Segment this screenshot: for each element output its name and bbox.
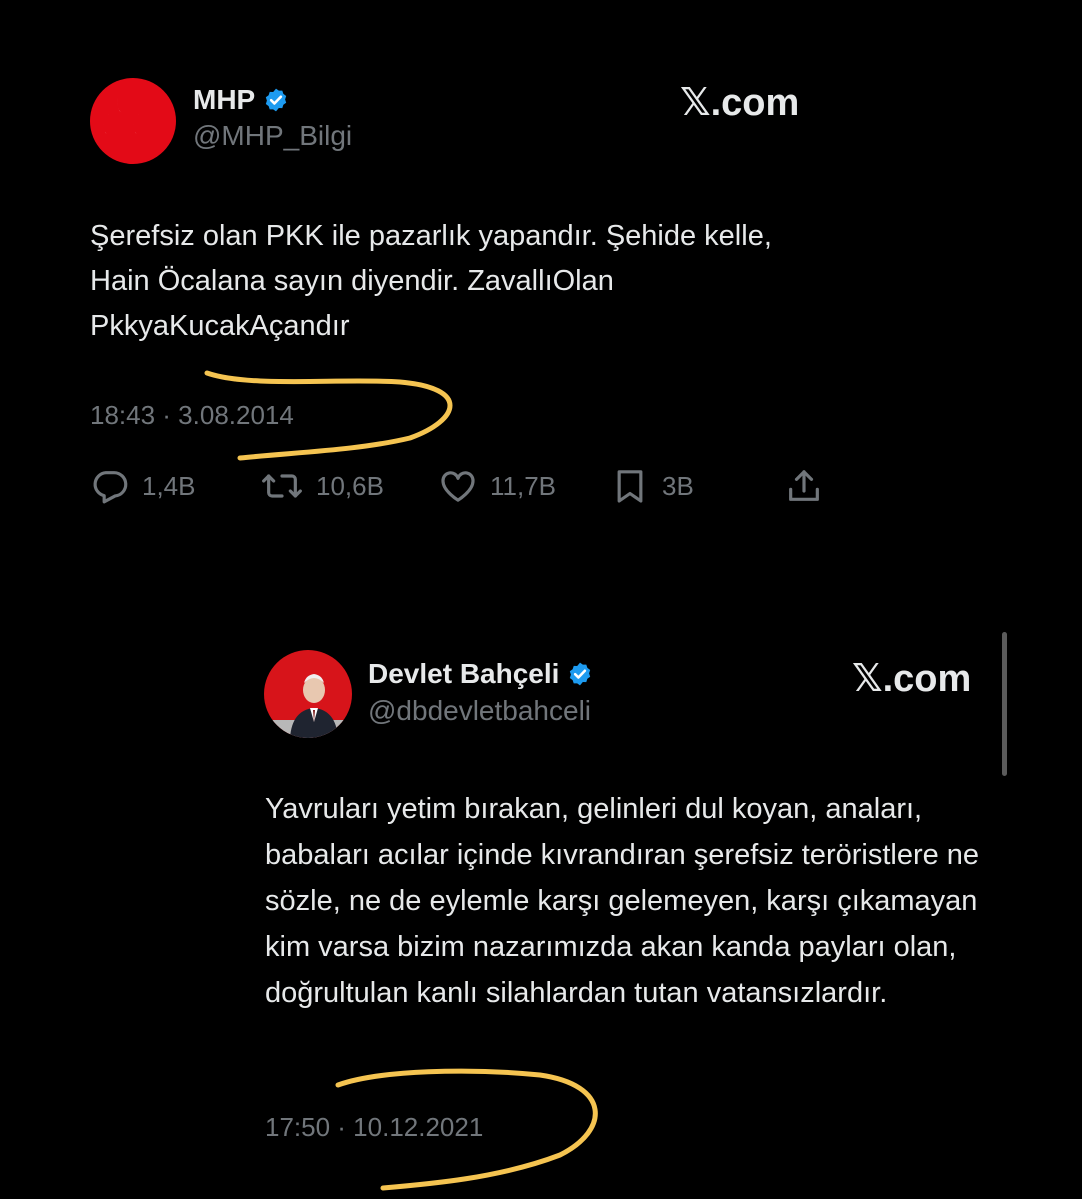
like-button[interactable]: 11,7B <box>438 464 556 508</box>
repost-icon <box>262 474 302 498</box>
share-button[interactable] <box>784 464 824 508</box>
x-brand-label: 𝕏.com <box>680 82 800 124</box>
author-name-label: MHP <box>193 84 256 115</box>
reply-icon <box>93 471 128 504</box>
scrollbar[interactable] <box>1002 632 1007 776</box>
tweet-actions-bar: 1,4B 10,6B 11,7B 3B <box>90 464 830 508</box>
author-handle[interactable]: @dbdevletbahceli <box>368 695 591 727</box>
heart-icon <box>441 471 475 502</box>
bookmark-icon <box>617 470 643 503</box>
tweet-text: Şerefsiz olan PKK ile pazarlık yapandır.… <box>90 220 772 342</box>
reply-count: 1,4B <box>142 470 196 501</box>
author-name-label: Devlet Bahçeli <box>368 658 560 689</box>
tweet-timestamp[interactable]: 17:50 · 10.12.2021 <box>265 1112 483 1143</box>
verified-badge-icon <box>266 88 287 112</box>
share-icon <box>789 470 819 501</box>
bookmark-count: 3B <box>662 470 694 501</box>
mhp-avatar[interactable] <box>90 78 176 164</box>
author-name[interactable]: MHP <box>193 84 289 116</box>
tweet-timestamp[interactable]: 18:43 · 3.08.2014 <box>90 400 294 431</box>
highlight-scribble-overlay <box>204 370 598 1191</box>
author-handle[interactable]: @MHP_Bilgi <box>193 120 352 152</box>
repost-button[interactable]: 10,6B <box>260 464 384 508</box>
profile-photo-icon <box>264 650 352 738</box>
bookmark-button[interactable]: 3B <box>610 464 694 508</box>
repost-count: 10,6B <box>316 470 384 501</box>
x-brand-label: 𝕏.com <box>852 658 972 700</box>
reply-button[interactable]: 1,4B <box>90 464 196 508</box>
like-count: 11,7B <box>490 470 557 501</box>
author-name[interactable]: Devlet Bahçeli <box>368 658 593 690</box>
verified-badge-icon <box>570 662 591 686</box>
bahceli-avatar[interactable] <box>264 650 352 738</box>
mhp-logo-icon <box>90 78 176 164</box>
tweet-text: Yavruları yetim bırakan, gelinleri dul k… <box>265 793 980 1009</box>
